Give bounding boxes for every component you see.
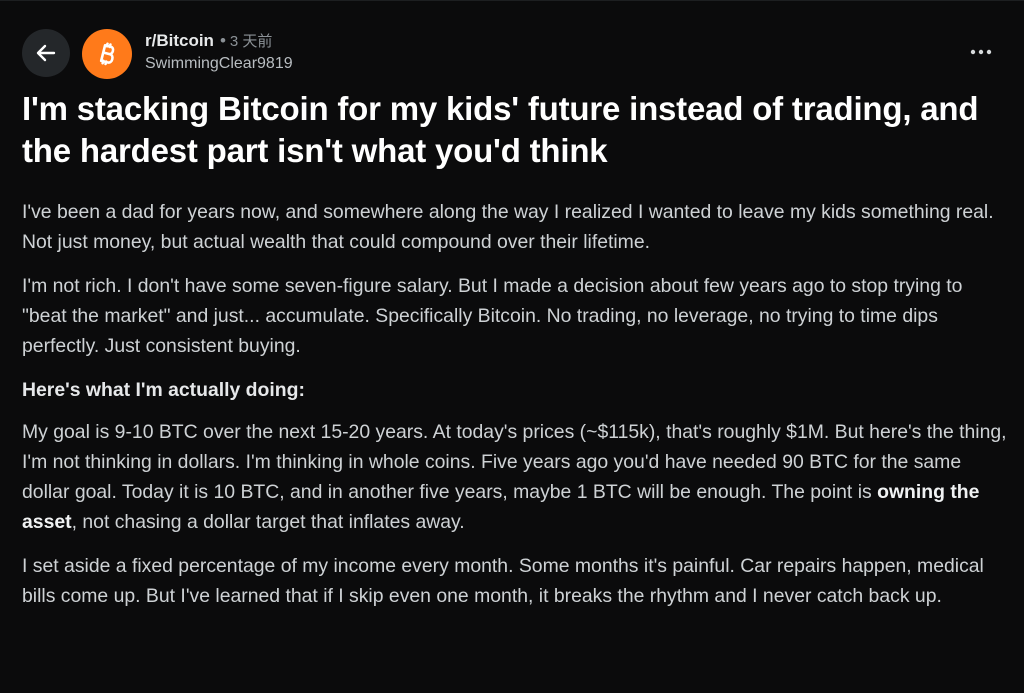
post-meta: r/Bitcoin • 3 天前 SwimmingClear9819 bbox=[145, 30, 293, 75]
post-paragraph-4: I set aside a fixed percentage of my inc… bbox=[22, 555, 984, 607]
back-button[interactable] bbox=[22, 29, 70, 77]
post-title: I'm stacking Bitcoin for my kids' future… bbox=[22, 90, 979, 169]
more-options-button[interactable] bbox=[968, 39, 994, 65]
arrow-left-icon bbox=[36, 44, 56, 62]
meta-line: r/Bitcoin • 3 天前 bbox=[145, 30, 293, 53]
post-header: r/Bitcoin • 3 天前 SwimmingClear9819 bbox=[22, 29, 1002, 81]
author-username[interactable]: SwimmingClear9819 bbox=[145, 53, 293, 75]
paragraph-3-text-end: , not chasing a dollar target that infla… bbox=[71, 511, 465, 533]
meta-separator: • bbox=[219, 31, 226, 50]
post-section-heading: Here's what I'm actually doing: bbox=[22, 379, 305, 401]
post-paragraph-3: My goal is 9-10 BTC over the next 15-20 … bbox=[22, 417, 1007, 537]
paragraph-3-text-start: My goal is 9-10 BTC over the next 15-20 … bbox=[22, 421, 1007, 503]
post-time: 3 天前 bbox=[229, 33, 273, 50]
post-paragraph-2: I'm not rich. I don't have some seven-fi… bbox=[22, 275, 963, 357]
post-paragraph-1: I've been a dad for years now, and somew… bbox=[22, 201, 994, 253]
post-page: r/Bitcoin • 3 天前 SwimmingClear9819 I'm sta… bbox=[0, 0, 1024, 693]
post-body: I've been a dad for years now, and somew… bbox=[22, 197, 1007, 625]
subreddit-link[interactable]: r/Bitcoin bbox=[145, 31, 214, 50]
subreddit-avatar[interactable] bbox=[82, 29, 132, 79]
more-horizontal-icon bbox=[970, 49, 992, 55]
bitcoin-icon bbox=[99, 42, 115, 66]
